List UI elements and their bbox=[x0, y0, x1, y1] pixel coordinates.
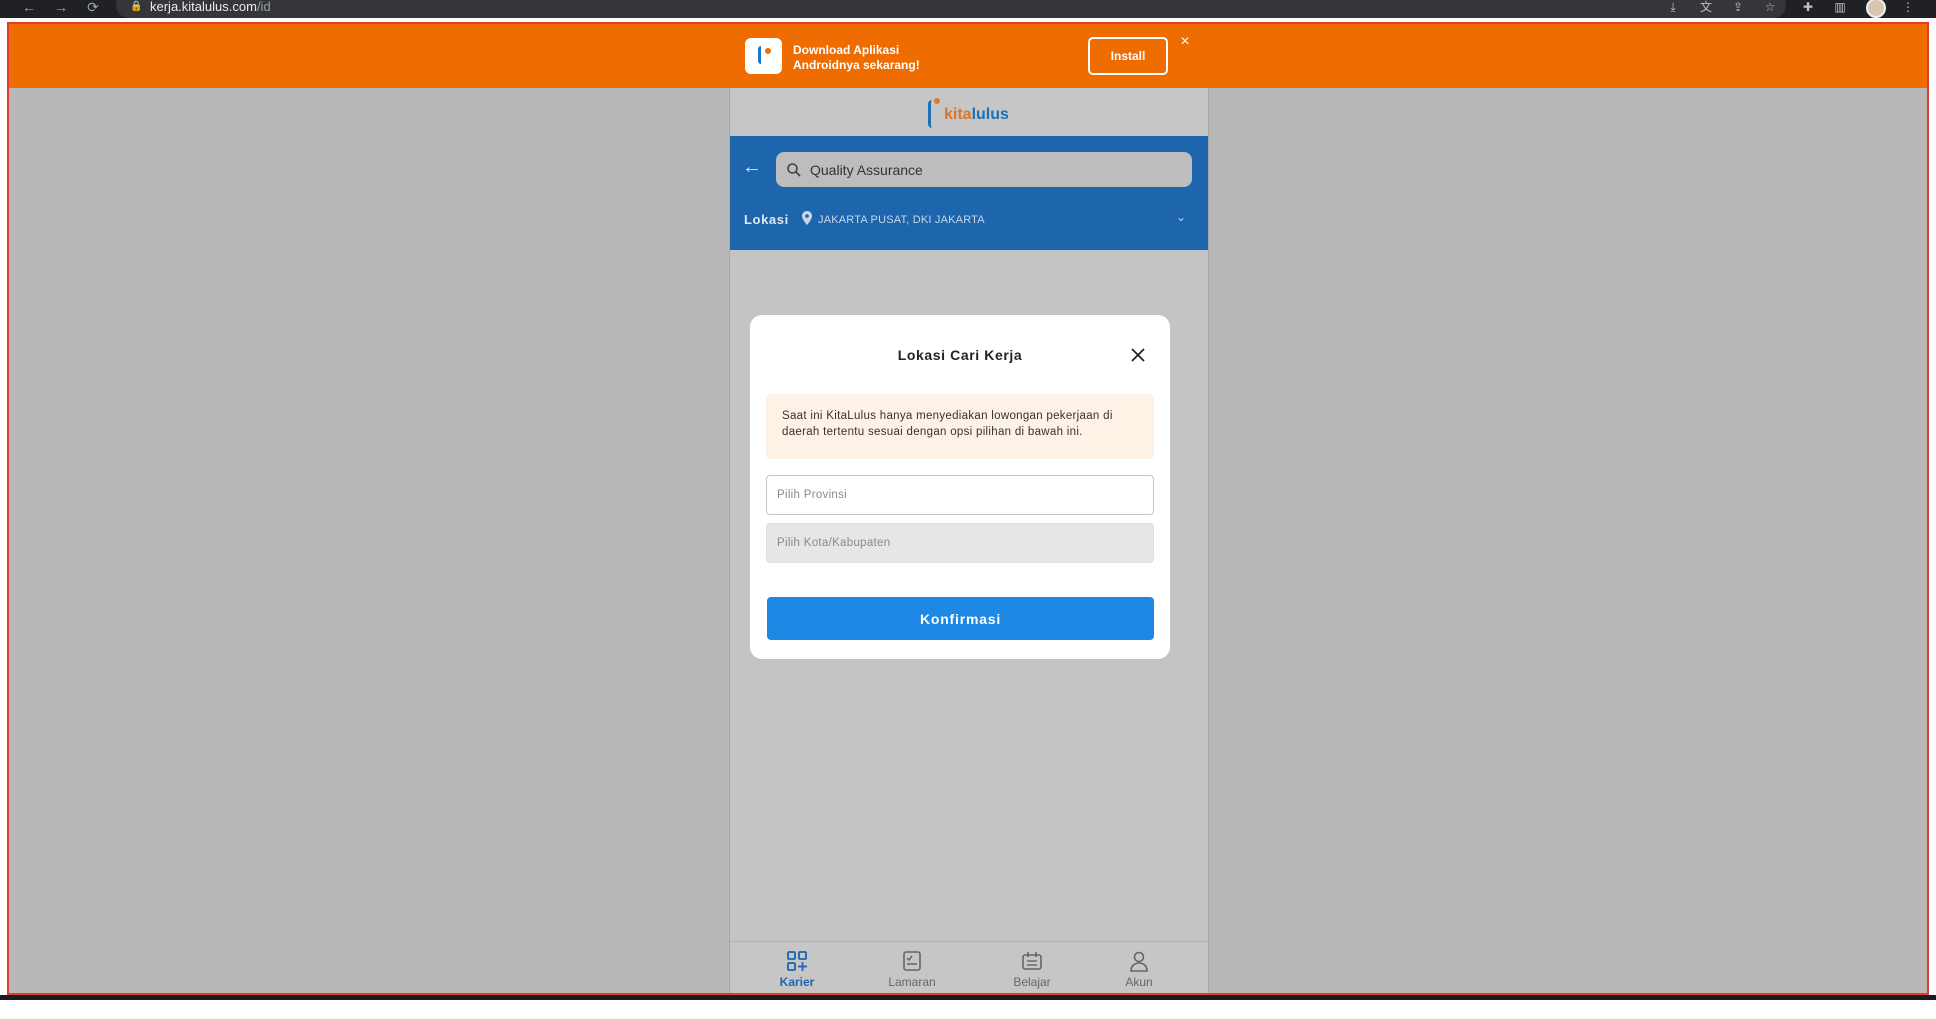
learn-calendar-icon bbox=[1022, 952, 1042, 970]
search-value: Quality Assurance bbox=[810, 162, 923, 178]
banner-line-1: Download Aplikasi bbox=[793, 43, 900, 57]
browser-back-icon[interactable]: ← bbox=[20, 0, 38, 16]
banner-line-2: Androidnya sekarang! bbox=[793, 58, 920, 72]
location-label: Lokasi bbox=[744, 212, 789, 227]
back-arrow-icon[interactable]: ← bbox=[742, 156, 764, 178]
city-select[interactable]: Pilih Kota/Kabupaten bbox=[766, 523, 1154, 563]
location-pin-icon bbox=[802, 211, 812, 225]
bottom-navigation: Karier Lamaran Belajar Akun bbox=[730, 941, 1208, 993]
close-icon[interactable] bbox=[1128, 345, 1148, 365]
banner-close-icon[interactable]: × bbox=[1177, 34, 1193, 50]
page-bottom-strip bbox=[0, 1000, 1936, 1019]
career-grid-icon bbox=[787, 951, 807, 971]
search-icon bbox=[787, 163, 801, 177]
nav-item-belajar[interactable]: Belajar bbox=[992, 950, 1072, 989]
address-url[interactable]: kerja.kitalulus.com/id bbox=[150, 0, 271, 14]
dialog-title: Lokasi Cari Kerja bbox=[897, 347, 1023, 363]
chevron-down-icon[interactable]: ⌄ bbox=[1176, 210, 1190, 224]
browser-forward-icon[interactable]: → bbox=[52, 0, 70, 16]
browser-reload-icon[interactable]: ⟳ bbox=[84, 0, 102, 16]
confirm-button[interactable]: Konfirmasi bbox=[767, 597, 1154, 640]
account-person-icon bbox=[1130, 951, 1148, 972]
nav-label-karier: Karier bbox=[779, 975, 815, 989]
search-header: ← Quality Assurance Lokasi JAKARTA PUSAT… bbox=[730, 136, 1208, 250]
share-icon[interactable]: ⇪ bbox=[1730, 0, 1746, 15]
extensions-puzzle-icon[interactable]: ✚ bbox=[1800, 0, 1816, 15]
app-header: kitalulus bbox=[730, 88, 1208, 136]
kitalulus-app-icon bbox=[745, 38, 782, 74]
banner-message: Download Aplikasi Androidnya sekarang! bbox=[793, 43, 973, 73]
province-select[interactable]: Pilih Provinsi bbox=[766, 475, 1154, 515]
browser-menu-icon[interactable]: ⋮ bbox=[1900, 0, 1916, 15]
availability-notice: Saat ini KitaLulus hanya menyediakan low… bbox=[766, 394, 1154, 459]
install-button[interactable]: Install bbox=[1088, 37, 1168, 75]
nav-label-akun: Akun bbox=[1125, 975, 1153, 989]
translate-icon[interactable]: 文 bbox=[1698, 0, 1714, 15]
nav-item-akun[interactable]: Akun bbox=[1099, 950, 1179, 989]
nav-label-lamaran: Lamaran bbox=[888, 975, 936, 989]
bookmark-star-icon[interactable]: ☆ bbox=[1762, 0, 1778, 15]
location-value[interactable]: JAKARTA PUSAT, DKI JAKARTA bbox=[818, 214, 985, 226]
nav-item-karier[interactable]: Karier bbox=[757, 950, 837, 989]
install-app-banner: Download Aplikasi Androidnya sekarang! I… bbox=[9, 24, 1927, 88]
location-dialog: Lokasi Cari Kerja Saat ini KitaLulus han… bbox=[750, 315, 1170, 659]
application-checklist-icon bbox=[903, 951, 921, 971]
address-bar[interactable] bbox=[116, 0, 1786, 18]
side-panel-icon[interactable]: ▥ bbox=[1832, 0, 1848, 15]
lock-icon: 🔒 bbox=[130, 1, 143, 12]
nav-item-lamaran[interactable]: Lamaran bbox=[872, 950, 952, 989]
nav-label-belajar: Belajar bbox=[1013, 975, 1051, 989]
install-app-icon[interactable]: ⤓ bbox=[1665, 0, 1681, 15]
